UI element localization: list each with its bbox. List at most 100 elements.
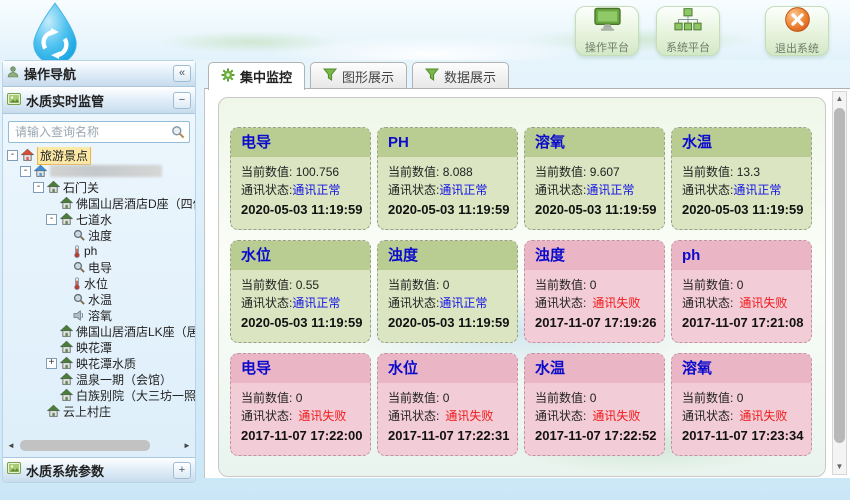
card-timestamp: 2020-05-03 11:19:59 <box>241 315 360 330</box>
monitor-card[interactable]: 电导 当前数值: 0 通讯状态:通讯失败 2017-11-07 17:22:00 <box>230 353 371 456</box>
card-value: 100.756 <box>296 165 339 179</box>
scroll-left-icon[interactable]: ◄ <box>6 441 16 450</box>
sidebar: 操作导航 « 水质实时监管 − <box>2 60 196 483</box>
card-value-label: 当前数值: <box>388 165 439 179</box>
card-value-label: 当前数值: <box>682 165 733 179</box>
monitor-card[interactable]: 浊度 当前数值: 0 通讯状态:通讯正常 2020-05-03 11:19:59 <box>377 240 518 343</box>
card-timestamp: 2017-11-07 17:22:31 <box>388 428 507 443</box>
horizontal-scrollbar[interactable]: ◄ ► <box>6 439 192 452</box>
card-title: 水温 <box>672 128 811 157</box>
water-quality-panel-header[interactable]: 水质实时监管 − <box>3 87 195 114</box>
tree-item-label: 水温 <box>88 291 112 308</box>
house-red-icon <box>21 149 34 161</box>
card-status: 通讯失败 <box>592 296 640 310</box>
card-title: 溶氧 <box>672 354 811 383</box>
card-value: 0 <box>737 278 744 292</box>
tree-item[interactable]: 水温 <box>3 291 195 307</box>
monitor-icon <box>593 7 622 37</box>
monitor-card[interactable]: 浊度 当前数值: 0 通讯状态:通讯失败 2017-11-07 17:19:26 <box>524 240 665 343</box>
tree-item[interactable]: - <box>3 163 195 179</box>
tree-item-label: 七道水 <box>76 211 112 228</box>
house-green-icon <box>47 181 60 193</box>
house-green-icon <box>60 389 73 401</box>
magnifier-icon <box>73 261 85 273</box>
scroll-right-icon[interactable]: ► <box>182 441 192 450</box>
tab-graphic-display[interactable]: 图形展示 <box>310 62 407 89</box>
tree-expander-icon[interactable]: + <box>46 358 57 369</box>
tree-item[interactable]: 温泉一期（会馆） <box>3 371 195 387</box>
expand-params-button[interactable]: + <box>173 462 191 479</box>
card-status-label: 通讯状态: <box>388 296 439 310</box>
tab-label: 图形展示 <box>342 67 394 86</box>
card-title: 浊度 <box>525 241 664 270</box>
card-timestamp: 2017-11-07 17:22:52 <box>535 428 654 443</box>
tree-item[interactable]: 电导 <box>3 259 195 275</box>
vscroll-thumb[interactable] <box>834 108 845 443</box>
monitor-card[interactable]: 水位 当前数值: 0 通讯状态:通讯失败 2017-11-07 17:22:31 <box>377 353 518 456</box>
magnifier-icon <box>73 229 85 241</box>
scroll-down-icon[interactable]: ▼ <box>836 460 844 474</box>
tree-item[interactable]: + 映花潭水质 <box>3 355 195 371</box>
collapse-panel-button[interactable]: − <box>173 92 191 109</box>
search-input[interactable] <box>8 121 190 143</box>
card-status-label: 通讯状态: <box>535 296 586 310</box>
tree-item[interactable]: ph <box>3 243 195 259</box>
hscroll-thumb[interactable] <box>20 440 150 451</box>
monitor-card[interactable]: 电导 当前数值: 100.756 通讯状态:通讯正常 2020-05-03 11… <box>230 127 371 230</box>
thermometer-icon <box>73 277 81 290</box>
monitor-card[interactable]: 水位 当前数值: 0.55 通讯状态:通讯正常 2020-05-03 11:19… <box>230 240 371 343</box>
card-status-label: 通讯状态: <box>682 296 733 310</box>
tree-item-label: 浊度 <box>88 227 112 244</box>
tree-item-label: 云上村庄 <box>63 403 111 420</box>
tree-item[interactable]: 浊度 <box>3 227 195 243</box>
tree-item[interactable]: 水位 <box>3 275 195 291</box>
card-status: 通讯失败 <box>298 409 346 423</box>
system-platform-button[interactable]: 系统平台 <box>656 6 720 56</box>
tree-item[interactable]: -石门关 <box>3 179 195 195</box>
monitor-card[interactable]: 溶氧 当前数值: 0 通讯状态:通讯失败 2017-11-07 17:23:34 <box>671 353 812 456</box>
monitor-card[interactable]: 水温 当前数值: 0 通讯状态:通讯失败 2017-11-07 17:22:52 <box>524 353 665 456</box>
tree-expander-icon[interactable]: - <box>7 150 18 161</box>
monitor-card[interactable]: PH 当前数值: 8.088 通讯状态:通讯正常 2020-05-03 11:1… <box>377 127 518 230</box>
card-title: 浊度 <box>378 241 517 270</box>
vertical-scrollbar[interactable]: ▲ ▼ <box>832 91 847 475</box>
params-panel-header[interactable]: 水质系统参数 + <box>3 457 195 482</box>
picture-icon <box>7 461 21 479</box>
tree-item[interactable]: 溶氧 <box>3 307 195 323</box>
card-value: 0 <box>590 391 597 405</box>
operation-platform-label: 操作平台 <box>585 39 629 55</box>
tab-centralized-monitoring[interactable]: 集中监控 <box>208 62 305 90</box>
tree-expander-icon[interactable]: - <box>33 182 44 193</box>
water-quality-panel-title: 水质实时监管 <box>26 91 168 110</box>
card-value-label: 当前数值: <box>241 391 292 405</box>
monitor-cards-panel: 电导 当前数值: 100.756 通讯状态:通讯正常 2020-05-03 11… <box>218 97 826 477</box>
scroll-up-icon[interactable]: ▲ <box>836 92 844 106</box>
close-icon <box>784 6 811 38</box>
card-title: PH <box>378 128 517 157</box>
card-status-label: 通讯状态: <box>241 183 292 197</box>
exit-system-button[interactable]: 退出系统 <box>765 6 829 56</box>
monitor-card[interactable]: ph 当前数值: 0 通讯状态:通讯失败 2017-11-07 17:21:08 <box>671 240 812 343</box>
tree-item-label: 映花潭水质 <box>76 355 136 372</box>
tree-item[interactable]: 佛国山居酒店LK座（居有 <box>3 323 195 339</box>
monitor-card[interactable]: 溶氧 当前数值: 9.607 通讯状态:通讯正常 2020-05-03 11:1… <box>524 127 665 230</box>
tree-item[interactable]: -旅游景点 <box>3 147 195 163</box>
tree-item[interactable]: 映花潭 <box>3 339 195 355</box>
tree-expander-icon[interactable]: - <box>20 166 31 177</box>
tree-expander-icon[interactable]: - <box>46 214 57 225</box>
operation-platform-button[interactable]: 操作平台 <box>575 6 639 56</box>
tree-item[interactable]: - 七道水 <box>3 211 195 227</box>
tree-item-label: 温泉一期（会馆） <box>76 371 172 388</box>
card-status: 通讯正常 <box>586 183 634 197</box>
card-timestamp: 2017-11-07 17:23:34 <box>682 428 801 443</box>
collapse-sidebar-button[interactable]: « <box>173 65 191 82</box>
search-icon[interactable] <box>171 125 185 144</box>
tree-item[interactable]: 佛国山居酒店D座（四位- <box>3 195 195 211</box>
exit-system-label: 退出系统 <box>775 40 819 56</box>
card-timestamp: 2020-05-03 11:19:59 <box>388 315 507 330</box>
monitor-card[interactable]: 水温 当前数值: 13.3 通讯状态:通讯正常 2020-05-03 11:19… <box>671 127 812 230</box>
card-status: 通讯失败 <box>739 409 787 423</box>
tree-item[interactable]: 白族别院（大三坊一照壁 <box>3 387 195 403</box>
tab-data-display[interactable]: 数据展示 <box>412 62 509 89</box>
tree-item[interactable]: 云上村庄 <box>3 403 195 419</box>
